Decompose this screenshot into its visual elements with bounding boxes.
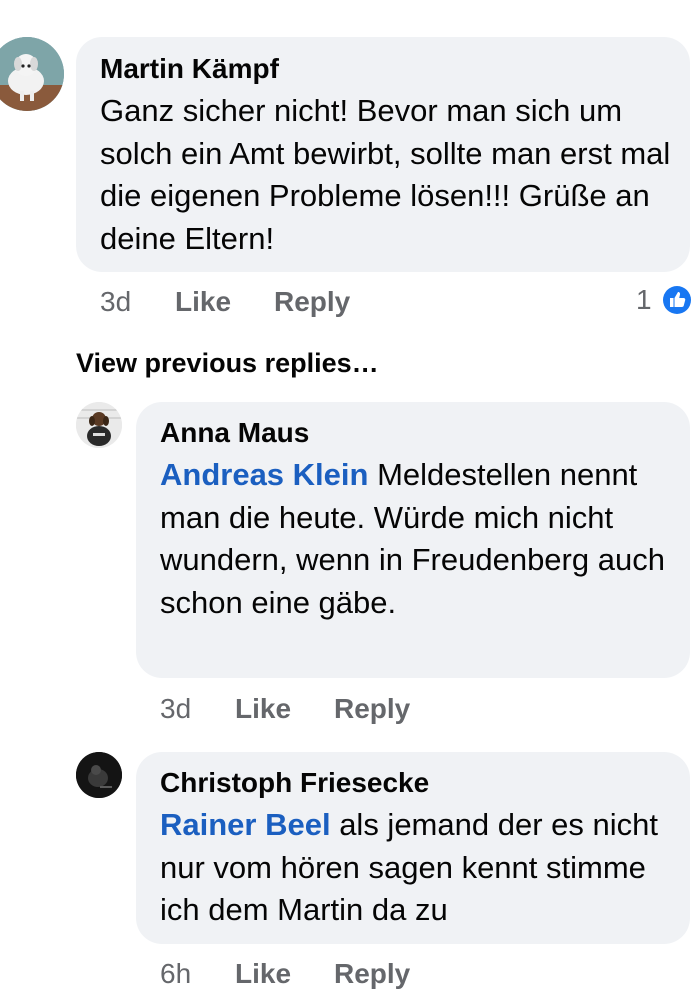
reply-text: Rainer Beel als jemand der es nicht nur …: [160, 804, 680, 932]
avatar[interactable]: [76, 752, 122, 798]
thumbs-up-icon: [661, 284, 693, 316]
comment-author[interactable]: Martin Kämpf: [100, 52, 279, 86]
comment-text: Ganz sicher nicht! Bevor man sich um sol…: [100, 93, 671, 256]
reply-author[interactable]: Christoph Friesecke: [160, 766, 429, 800]
reply-bubble: Christoph Friesecke Rainer Beel als jema…: [136, 752, 690, 944]
avatar[interactable]: [0, 37, 64, 111]
reply-time[interactable]: 6h: [160, 958, 191, 990]
reply-button[interactable]: Reply: [274, 286, 350, 318]
like-button[interactable]: Like: [175, 286, 231, 318]
avatar[interactable]: [76, 402, 122, 448]
like-button[interactable]: Like: [235, 958, 291, 990]
reply-actions: 6h Like Reply: [160, 958, 460, 994]
reply-author[interactable]: Anna Maus: [160, 416, 309, 450]
like-button[interactable]: Like: [235, 693, 291, 725]
comment-time[interactable]: 3d: [100, 286, 131, 318]
reply-button[interactable]: Reply: [334, 693, 410, 725]
reaction-count-value: 1: [636, 284, 652, 315]
reply-button[interactable]: Reply: [334, 958, 410, 990]
mention-link[interactable]: Rainer Beel: [160, 807, 331, 842]
comment-bubble: Martin Kämpf Ganz sicher nicht! Bevor ma…: [76, 37, 690, 272]
reaction-count[interactable]: 1: [636, 284, 696, 318]
comment-actions: 3d Like Reply: [100, 286, 400, 322]
mention-link[interactable]: Andreas Klein: [160, 457, 368, 492]
dachshund-avatar-icon: [76, 402, 122, 448]
dog-avatar-icon: [0, 37, 64, 111]
reply-actions: 3d Like Reply: [160, 693, 460, 729]
reply-text: Andreas Klein Meldestellen nennt man die…: [160, 454, 680, 624]
view-previous-replies-link[interactable]: View previous replies…: [76, 348, 379, 379]
reply-time[interactable]: 3d: [160, 693, 191, 725]
dark-avatar-icon: [76, 752, 122, 798]
reply-bubble: Anna Maus Andreas Klein Meldestellen nen…: [136, 402, 690, 678]
